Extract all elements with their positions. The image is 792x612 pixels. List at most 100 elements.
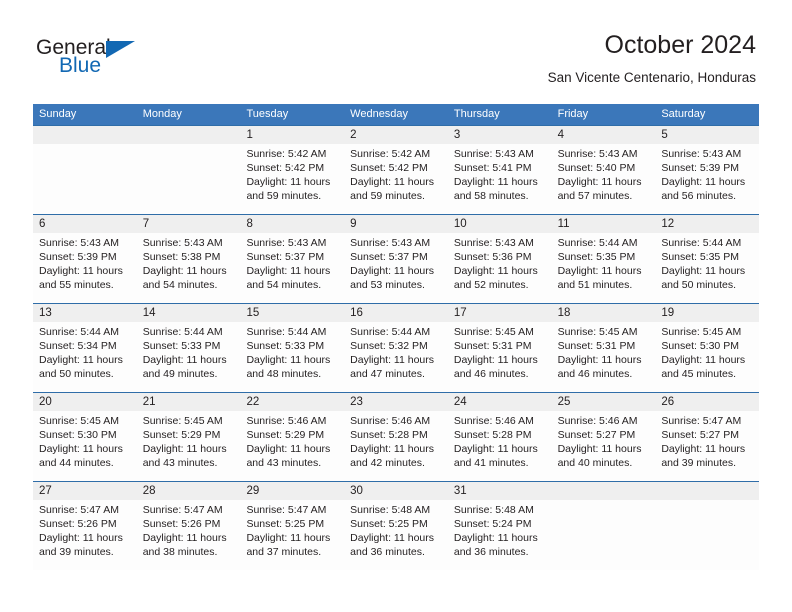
daylight-line-1: Daylight: 11 hours — [246, 176, 331, 188]
day-number[interactable]: 18 — [552, 304, 656, 322]
day-cell[interactable]: Sunrise: 5:43 AM Sunset: 5:40 PM Dayligh… — [552, 144, 656, 214]
day-cell[interactable]: Sunrise: 5:42 AM Sunset: 5:42 PM Dayligh… — [240, 144, 344, 214]
day-cell[interactable] — [137, 144, 241, 214]
day-number[interactable]: 22 — [240, 393, 344, 411]
week-row: 6 7 8 9 10 11 12 Sunrise: 5:43 AM Sunset… — [33, 214, 759, 303]
sunset-line: Sunset: 5:24 PM — [453, 518, 532, 530]
day-number[interactable]: 9 — [344, 215, 448, 233]
daylight-line-1: Daylight: 11 hours — [661, 443, 746, 455]
day-cell[interactable]: Sunrise: 5:48 AM Sunset: 5:25 PM Dayligh… — [344, 500, 448, 570]
day-cell[interactable]: Sunrise: 5:45 AM Sunset: 5:30 PM Dayligh… — [33, 411, 137, 481]
day-number[interactable]: 4 — [552, 126, 656, 144]
day-cell[interactable]: Sunrise: 5:47 AM Sunset: 5:26 PM Dayligh… — [137, 500, 241, 570]
day-number[interactable]: 10 — [448, 215, 552, 233]
sunrise-line: Sunrise: 5:47 AM — [39, 504, 119, 516]
day-cell[interactable] — [33, 144, 137, 214]
day-number[interactable]: 6 — [33, 215, 137, 233]
day-number[interactable]: 16 — [344, 304, 448, 322]
day-number[interactable]: 12 — [655, 215, 759, 233]
day-number[interactable]: 5 — [655, 126, 759, 144]
sunset-line: Sunset: 5:25 PM — [246, 518, 325, 530]
sunrise-line: Sunrise: 5:46 AM — [350, 415, 431, 427]
day-cell[interactable] — [552, 500, 656, 570]
day-cell[interactable]: Sunrise: 5:46 AM Sunset: 5:28 PM Dayligh… — [344, 411, 448, 481]
day-cell[interactable]: Sunrise: 5:43 AM Sunset: 5:39 PM Dayligh… — [33, 233, 137, 303]
daylight-line-2: and 45 minutes. — [661, 368, 737, 380]
day-number[interactable]: 21 — [137, 393, 241, 411]
day-number[interactable]: 11 — [552, 215, 656, 233]
day-number[interactable]: 3 — [448, 126, 552, 144]
day-number[interactable] — [33, 126, 137, 144]
sunset-line: Sunset: 5:42 PM — [246, 162, 325, 174]
day-cell[interactable]: Sunrise: 5:43 AM Sunset: 5:37 PM Dayligh… — [240, 233, 344, 303]
day-cell[interactable]: Sunrise: 5:44 AM Sunset: 5:33 PM Dayligh… — [137, 322, 241, 392]
daylight-line-1: Daylight: 11 hours — [557, 265, 642, 277]
daylight-line-1: Daylight: 11 hours — [142, 443, 227, 455]
day-number[interactable]: 30 — [344, 482, 448, 500]
day-details-band: Sunrise: 5:45 AM Sunset: 5:30 PM Dayligh… — [33, 411, 759, 481]
day-number[interactable]: 31 — [448, 482, 552, 500]
daylight-line-2: and 49 minutes. — [142, 368, 218, 380]
daylight-line-2: and 57 minutes. — [557, 190, 633, 202]
day-cell[interactable]: Sunrise: 5:45 AM Sunset: 5:31 PM Dayligh… — [448, 322, 552, 392]
day-cell[interactable]: Sunrise: 5:43 AM Sunset: 5:38 PM Dayligh… — [137, 233, 241, 303]
day-cell[interactable]: Sunrise: 5:42 AM Sunset: 5:42 PM Dayligh… — [344, 144, 448, 214]
day-cell[interactable]: Sunrise: 5:46 AM Sunset: 5:29 PM Dayligh… — [240, 411, 344, 481]
day-number[interactable]: 17 — [448, 304, 552, 322]
daylight-line-1: Daylight: 11 hours — [39, 532, 123, 544]
day-cell[interactable]: Sunrise: 5:44 AM Sunset: 5:35 PM Dayligh… — [552, 233, 656, 303]
day-cell[interactable]: Sunrise: 5:43 AM Sunset: 5:41 PM Dayligh… — [448, 144, 552, 214]
day-cell[interactable]: Sunrise: 5:46 AM Sunset: 5:28 PM Dayligh… — [448, 411, 552, 481]
daylight-line-2: and 40 minutes. — [557, 457, 633, 469]
page-title: October 2024 — [604, 31, 757, 59]
brand-logo[interactable]: General Blue — [36, 36, 236, 88]
day-number[interactable]: 27 — [33, 482, 137, 500]
day-cell[interactable]: Sunrise: 5:48 AM Sunset: 5:24 PM Dayligh… — [448, 500, 552, 570]
day-number-band: 13 14 15 16 17 18 19 — [33, 304, 759, 322]
day-cell[interactable]: Sunrise: 5:46 AM Sunset: 5:27 PM Dayligh… — [552, 411, 656, 481]
day-number[interactable] — [552, 482, 656, 500]
day-cell[interactable]: Sunrise: 5:43 AM Sunset: 5:37 PM Dayligh… — [344, 233, 448, 303]
daylight-line-1: Daylight: 11 hours — [557, 443, 642, 455]
daylight-line-1: Daylight: 11 hours — [350, 176, 435, 188]
day-cell[interactable] — [655, 500, 759, 570]
day-cell[interactable]: Sunrise: 5:45 AM Sunset: 5:30 PM Dayligh… — [655, 322, 759, 392]
day-number[interactable]: 26 — [655, 393, 759, 411]
day-number[interactable] — [137, 126, 241, 144]
day-number[interactable]: 24 — [448, 393, 552, 411]
day-number[interactable]: 25 — [552, 393, 656, 411]
day-cell[interactable]: Sunrise: 5:44 AM Sunset: 5:34 PM Dayligh… — [33, 322, 137, 392]
day-number[interactable]: 28 — [137, 482, 241, 500]
sunset-line: Sunset: 5:34 PM — [39, 340, 117, 352]
day-number[interactable]: 7 — [137, 215, 241, 233]
sunset-line: Sunset: 5:37 PM — [246, 251, 325, 263]
day-number[interactable]: 13 — [33, 304, 137, 322]
day-number[interactable]: 8 — [240, 215, 344, 233]
daylight-line-1: Daylight: 11 hours — [350, 354, 435, 366]
daylight-line-2: and 52 minutes. — [453, 279, 529, 291]
day-cell[interactable]: Sunrise: 5:44 AM Sunset: 5:32 PM Dayligh… — [344, 322, 448, 392]
day-cell[interactable]: Sunrise: 5:47 AM Sunset: 5:25 PM Dayligh… — [240, 500, 344, 570]
day-number[interactable]: 1 — [240, 126, 344, 144]
day-cell[interactable]: Sunrise: 5:45 AM Sunset: 5:29 PM Dayligh… — [137, 411, 241, 481]
day-number[interactable]: 15 — [240, 304, 344, 322]
day-cell[interactable]: Sunrise: 5:47 AM Sunset: 5:26 PM Dayligh… — [33, 500, 137, 570]
daylight-line-1: Daylight: 11 hours — [661, 176, 746, 188]
day-number[interactable] — [655, 482, 759, 500]
day-cell[interactable]: Sunrise: 5:43 AM Sunset: 5:39 PM Dayligh… — [655, 144, 759, 214]
day-number[interactable]: 29 — [240, 482, 344, 500]
day-details-band: Sunrise: 5:43 AM Sunset: 5:39 PM Dayligh… — [33, 233, 759, 303]
day-cell[interactable]: Sunrise: 5:45 AM Sunset: 5:31 PM Dayligh… — [552, 322, 656, 392]
day-cell[interactable]: Sunrise: 5:44 AM Sunset: 5:33 PM Dayligh… — [240, 322, 344, 392]
day-number[interactable]: 14 — [137, 304, 241, 322]
sunset-line: Sunset: 5:39 PM — [39, 251, 117, 263]
day-number[interactable]: 2 — [344, 126, 448, 144]
day-number[interactable]: 23 — [344, 393, 448, 411]
daylight-line-2: and 36 minutes. — [350, 546, 425, 558]
day-cell[interactable]: Sunrise: 5:43 AM Sunset: 5:36 PM Dayligh… — [448, 233, 552, 303]
day-cell[interactable]: Sunrise: 5:44 AM Sunset: 5:35 PM Dayligh… — [655, 233, 759, 303]
day-cell[interactable]: Sunrise: 5:47 AM Sunset: 5:27 PM Dayligh… — [655, 411, 759, 481]
day-number[interactable]: 19 — [655, 304, 759, 322]
day-number[interactable]: 20 — [33, 393, 137, 411]
sunset-line: Sunset: 5:27 PM — [661, 429, 739, 441]
